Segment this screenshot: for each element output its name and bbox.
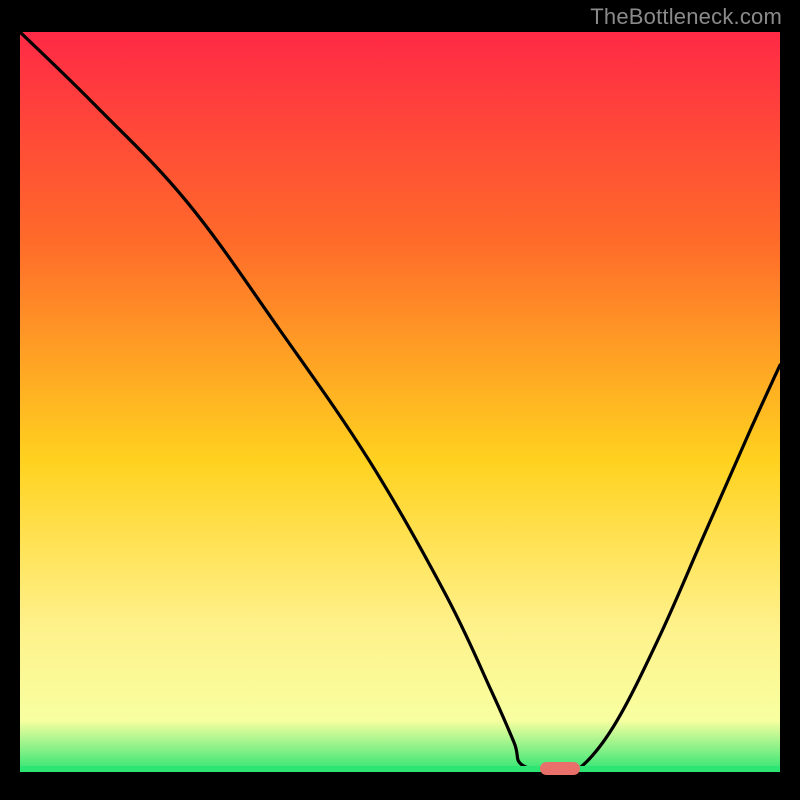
chart-container: TheBottleneck.com: [0, 0, 800, 800]
optimal-band: [20, 766, 780, 772]
watermark-text: TheBottleneck.com: [590, 4, 782, 30]
optimal-marker: [540, 762, 580, 775]
plot-svg: [20, 32, 780, 772]
plot-area: [20, 32, 780, 772]
